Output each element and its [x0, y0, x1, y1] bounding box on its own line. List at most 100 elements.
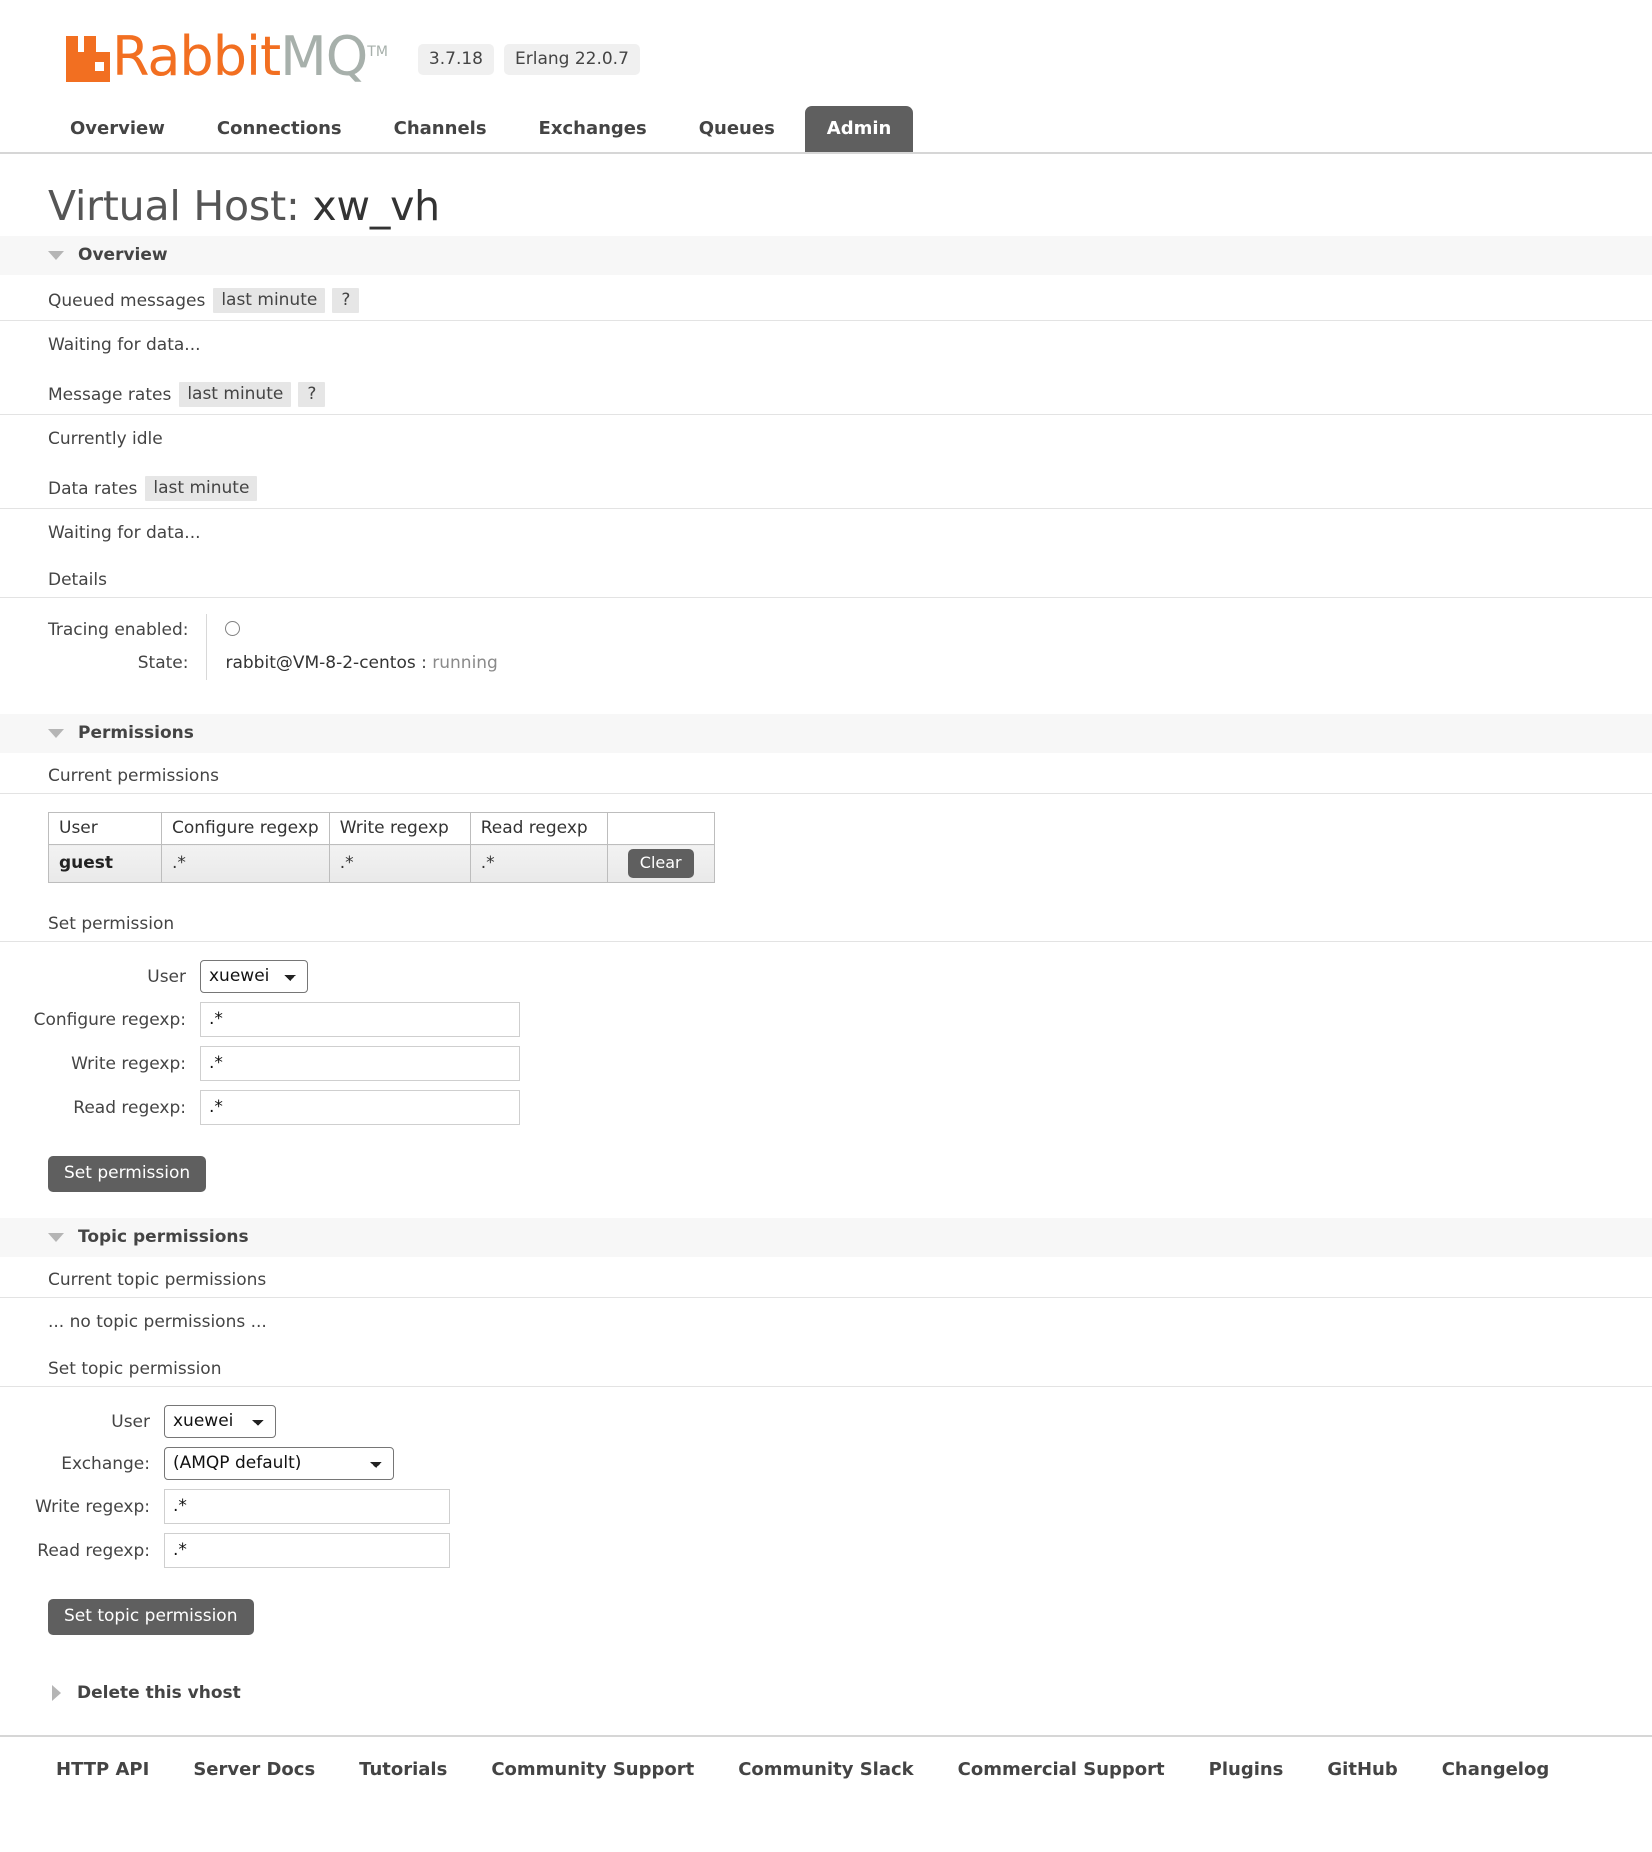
queued-messages-help-icon[interactable]: ? — [332, 288, 360, 313]
form-row-topic-user: User xuewei guest — [0, 1405, 1652, 1438]
set-permission-configure-label: Configure regexp: — [33, 1009, 186, 1030]
vhost-name: xw_vh — [312, 182, 440, 230]
tracing-enabled-radio[interactable] — [225, 621, 241, 636]
set-topic-permission-header: Set topic permission — [0, 1346, 1652, 1387]
footer-link-tutorials[interactable]: Tutorials — [359, 1759, 447, 1780]
cell-actions: Clear — [606, 844, 715, 883]
current-topic-permissions-header: Current topic permissions — [0, 1257, 1652, 1298]
queued-messages-status: Waiting for data... — [48, 335, 201, 355]
form-row-read-regexp: Read regexp: — [0, 1090, 1652, 1125]
column-header-configure-regexp: Configure regexp — [161, 812, 330, 845]
footer-link-plugins[interactable]: Plugins — [1209, 1759, 1284, 1780]
section-header-delete-vhost[interactable]: Delete this vhost — [0, 1665, 1652, 1713]
delete-vhost-label: Delete this vhost — [77, 1683, 241, 1703]
version-badges: 3.7.18 Erlang 22.0.7 — [417, 44, 650, 75]
table-row: guest .* .* .* Clear — [48, 844, 715, 883]
column-header-read-regexp: Read regexp — [469, 812, 608, 845]
topic-permissions-empty-message: ... no topic permissions ... — [48, 1312, 267, 1332]
state-status: running — [432, 653, 498, 673]
section-header-topic-permissions[interactable]: Topic permissions — [0, 1218, 1652, 1257]
nav-tab-overview[interactable]: Overview — [48, 106, 187, 152]
set-topic-permission-submit-button[interactable]: Set topic permission — [48, 1599, 254, 1635]
set-topic-permission-form: User xuewei guest Exchange: (AMQP defaul… — [0, 1405, 1652, 1568]
nav-tab-queues[interactable]: Queues — [677, 106, 797, 152]
set-permission-read-input[interactable] — [200, 1090, 520, 1125]
chevron-down-icon — [48, 1232, 64, 1242]
set-topic-permission-read-input[interactable] — [164, 1533, 450, 1568]
column-header-user: User — [48, 812, 162, 845]
column-header-write-regexp: Write regexp — [328, 812, 471, 845]
rabbit-logo-icon — [66, 36, 110, 82]
current-permissions-header: Current permissions — [0, 753, 1652, 794]
erlang-version-badge: Erlang 22.0.7 — [503, 44, 640, 75]
form-row-topic-write-regexp: Write regexp: — [0, 1489, 1652, 1524]
page-header: RabbitMQTM 3.7.18 Erlang 22.0.7 Overview… — [0, 0, 1652, 154]
page-title-prefix: Virtual Host: — [48, 182, 300, 230]
form-row-topic-exchange: Exchange: (AMQP default) — [0, 1447, 1652, 1480]
table-header-row: User Configure regexp Write regexp Read … — [48, 812, 715, 845]
data-rates-label: Data rates — [48, 478, 138, 499]
footer-link-http-api[interactable]: HTTP API — [56, 1759, 149, 1780]
queued-messages-period-button[interactable]: last minute — [213, 288, 326, 313]
set-topic-permission-exchange-select[interactable]: (AMQP default) — [164, 1447, 394, 1480]
clear-permission-button[interactable]: Clear — [627, 849, 694, 878]
tracing-enabled-row: Tracing enabled: — [48, 614, 498, 647]
message-rates-header: Message rates last minute ? — [0, 369, 1652, 415]
main-navigation: Overview Connections Channels Exchanges … — [0, 106, 1652, 154]
set-topic-permission-write-input[interactable] — [164, 1489, 450, 1524]
logo-wordmark: RabbitMQTM — [112, 25, 388, 84]
message-rates-period-button[interactable]: last minute — [179, 382, 292, 407]
queued-messages-label: Queued messages — [48, 290, 206, 311]
nav-tab-admin[interactable]: Admin — [804, 106, 914, 152]
current-topic-permissions-label: Current topic permissions — [48, 1270, 267, 1290]
cell-write-regexp: .* — [328, 844, 471, 883]
footer-link-github[interactable]: GitHub — [1327, 1759, 1397, 1780]
data-rates-status: Waiting for data... — [48, 523, 201, 543]
permissions-table-wrapper: User Configure regexp Write regexp Read … — [48, 812, 1652, 883]
logo-text-mq: MQ — [280, 25, 368, 88]
form-row-configure-regexp: Configure regexp: — [0, 1002, 1652, 1037]
footer-link-community-support[interactable]: Community Support — [491, 1759, 694, 1780]
footer-link-commercial-support[interactable]: Commercial Support — [958, 1759, 1165, 1780]
message-rates-help-icon[interactable]: ? — [298, 382, 326, 407]
nav-tab-exchanges[interactable]: Exchanges — [517, 106, 669, 152]
queued-messages-header: Queued messages last minute ? — [0, 275, 1652, 321]
set-permission-user-label: User — [147, 966, 186, 987]
page-footer: HTTP API Server Docs Tutorials Community… — [0, 1735, 1652, 1806]
set-topic-permission-read-label: Read regexp: — [37, 1540, 150, 1561]
rabbitmq-logo[interactable]: RabbitMQTM — [66, 25, 388, 84]
details-header: Details — [0, 557, 1652, 598]
section-header-overview[interactable]: Overview — [0, 236, 1652, 275]
set-topic-permission-write-label: Write regexp: — [35, 1496, 150, 1517]
details-label: Details — [48, 570, 107, 590]
nav-tab-channels[interactable]: Channels — [372, 106, 509, 152]
rabbitmq-management-page: RabbitMQTM 3.7.18 Erlang 22.0.7 Overview… — [0, 0, 1652, 1852]
set-permission-write-label: Write regexp: — [71, 1053, 186, 1074]
section-header-permissions[interactable]: Permissions — [0, 714, 1652, 753]
data-rates-period-button[interactable]: last minute — [145, 476, 258, 501]
page-title: Virtual Host: xw_vh — [48, 182, 1652, 230]
set-permission-user-select[interactable]: xuewei guest — [200, 960, 308, 993]
section-header-topic-permissions-label: Topic permissions — [78, 1227, 249, 1247]
footer-link-server-docs[interactable]: Server Docs — [193, 1759, 315, 1780]
chevron-right-icon — [52, 1685, 61, 1701]
permissions-table: User Configure regexp Write regexp Read … — [48, 812, 715, 883]
section-header-overview-label: Overview — [78, 245, 168, 265]
form-row-topic-read-regexp: Read regexp: — [0, 1533, 1652, 1568]
state-node-name: rabbit@VM-8-2-centos — [225, 653, 416, 673]
main-content: Virtual Host: xw_vh Overview Queued mess… — [0, 182, 1652, 1713]
state-label: State: — [137, 653, 189, 673]
cell-user: guest — [48, 844, 162, 883]
footer-link-changelog[interactable]: Changelog — [1442, 1759, 1550, 1780]
nav-tab-connections[interactable]: Connections — [195, 106, 364, 152]
details-table: Tracing enabled: State: rabbit@VM-8-2-ce… — [48, 614, 498, 680]
form-row-user: User xuewei guest — [0, 960, 1652, 993]
footer-link-community-slack[interactable]: Community Slack — [738, 1759, 913, 1780]
set-topic-permission-user-select[interactable]: xuewei guest — [164, 1405, 276, 1438]
set-permission-configure-input[interactable] — [200, 1002, 520, 1037]
set-permission-write-input[interactable] — [200, 1046, 520, 1081]
set-permission-submit-button[interactable]: Set permission — [48, 1156, 207, 1192]
logo-text-rabbit: Rabbit — [112, 25, 281, 88]
tracing-enabled-value — [206, 614, 498, 647]
set-permission-form: User xuewei guest Configure regexp: Writ… — [0, 960, 1652, 1125]
